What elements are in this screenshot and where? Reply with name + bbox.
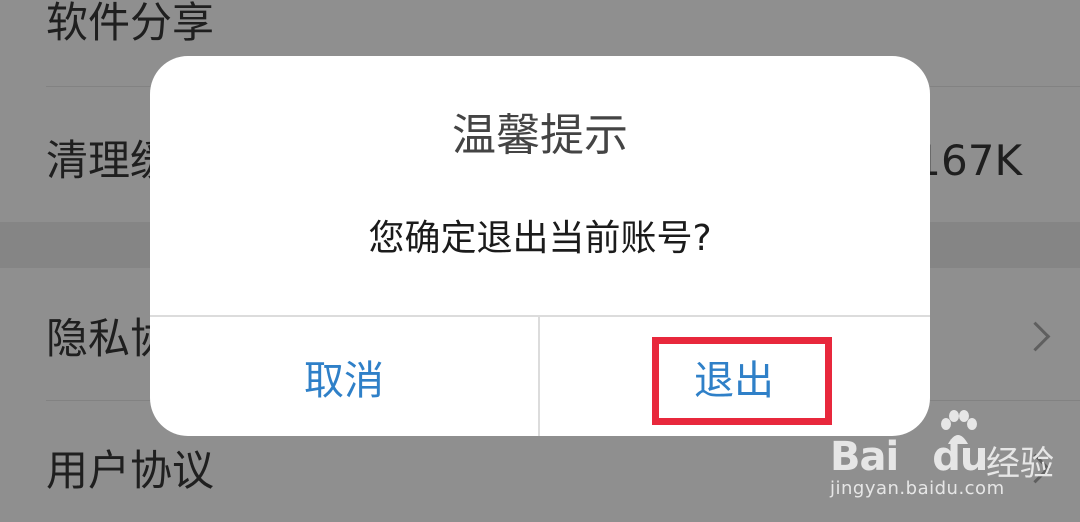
watermark-url: jingyan.baidu.com (830, 478, 1005, 499)
dialog-title: 温馨提示 (452, 110, 628, 161)
cancel-button[interactable]: 取消 (150, 317, 538, 436)
baidu-jingyan-watermark: Bai du 经验 jingyan.baidu.com (826, 410, 1066, 510)
highlight-annotation-box (652, 337, 832, 425)
dialog-message: 您确定退出当前账号? (368, 218, 712, 259)
cache-size-value: 167K (914, 136, 1022, 185)
list-item-label: 用户协议 (46, 446, 215, 495)
list-item-label: 软件分享 (46, 0, 215, 47)
paw-icon (941, 410, 977, 444)
chevron-right-icon (1020, 321, 1051, 352)
